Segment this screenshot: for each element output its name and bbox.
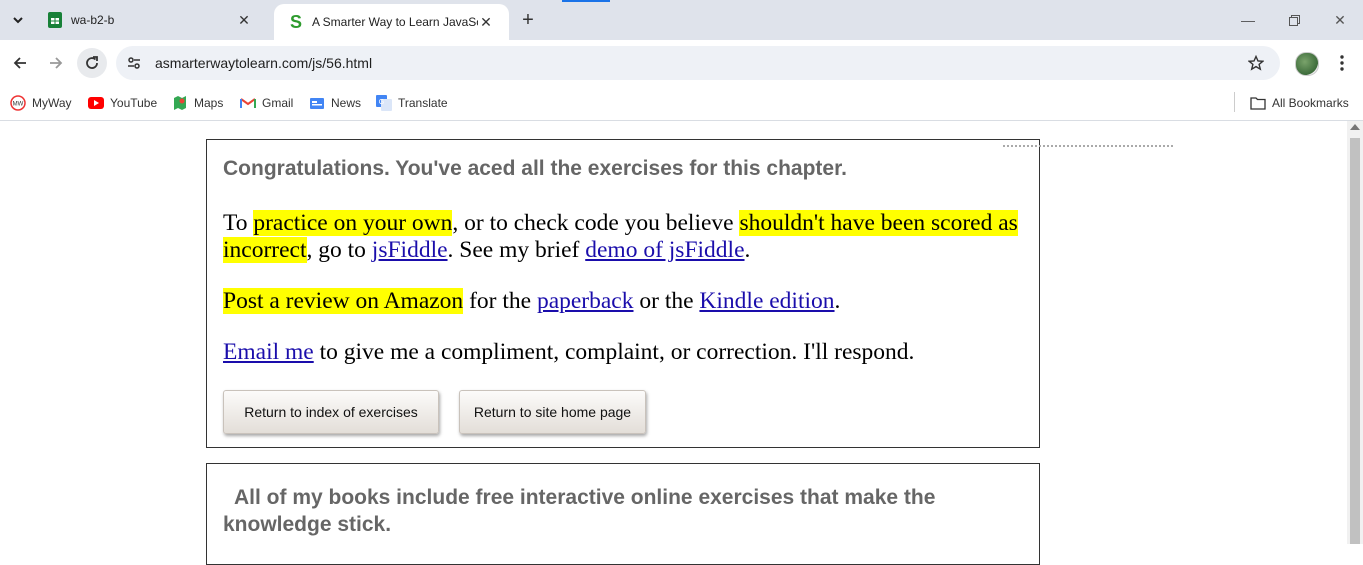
scroll-up-icon[interactable] bbox=[1350, 124, 1360, 130]
tab-title: wa-b2-b bbox=[71, 13, 115, 27]
tab-strip: wa-b2-b ✕ S A Smarter Way to Learn JavaS… bbox=[0, 0, 1363, 40]
myway-icon: MW bbox=[10, 95, 26, 111]
bookmarks-bar: MW MyWay YouTube Maps Gmail News G Trans… bbox=[0, 86, 1363, 121]
url-text: asmarterwaytolearn.com/js/56.html bbox=[155, 55, 373, 71]
kindle-link[interactable]: Kindle edition bbox=[699, 288, 834, 314]
highlight-text: Post a review on Amazon bbox=[223, 288, 464, 314]
back-arrow-icon bbox=[13, 57, 26, 69]
review-paragraph: Post a review on Amazon for the paperbac… bbox=[223, 288, 1023, 315]
text: for the bbox=[463, 288, 537, 314]
page-title: Congratulations. You've aced all the exe… bbox=[223, 157, 847, 180]
tab-smarter-way[interactable]: S A Smarter Way to Learn JavaScript ✕ bbox=[274, 4, 509, 40]
demo-jsfiddle-link[interactable]: demo of jsFiddle bbox=[585, 237, 744, 263]
back-button[interactable] bbox=[5, 48, 35, 78]
chevron-down-icon bbox=[13, 17, 23, 24]
gmail-icon bbox=[240, 95, 256, 111]
bookmark-label: MyWay bbox=[32, 96, 72, 110]
paperback-link[interactable]: paperback bbox=[537, 288, 634, 314]
address-bar[interactable]: asmarterwaytolearn.com/js/56.html bbox=[116, 46, 1280, 80]
text: . bbox=[744, 237, 751, 263]
bookmark-maps[interactable]: Maps bbox=[172, 93, 223, 113]
scrollbar[interactable] bbox=[1347, 121, 1363, 544]
s-logo-icon: S bbox=[289, 11, 302, 32]
return-index-button[interactable]: Return to index of exercises bbox=[223, 390, 439, 434]
site-settings-icon[interactable] bbox=[124, 53, 144, 73]
new-tab-button[interactable]: + bbox=[516, 8, 540, 32]
page-content: Congratulations. You've aced all the exe… bbox=[0, 121, 1347, 565]
text: . See my brief bbox=[447, 237, 586, 263]
profile-avatar[interactable] bbox=[1295, 52, 1319, 76]
tab-title: A Smarter Way to Learn JavaScript bbox=[312, 15, 478, 29]
folder-icon bbox=[1250, 95, 1266, 111]
bookmarks-divider bbox=[1234, 92, 1235, 112]
bookmark-label: Maps bbox=[194, 96, 224, 110]
bookmark-youtube[interactable]: YouTube bbox=[88, 93, 157, 113]
youtube-icon bbox=[88, 95, 104, 111]
sheets-icon bbox=[47, 12, 63, 28]
text: . bbox=[834, 288, 841, 314]
books-heading: All of my books include free interactive… bbox=[223, 486, 936, 536]
text: to give me a compliment, complaint, or c… bbox=[313, 339, 915, 365]
congrats-box: Congratulations. You've aced all the exe… bbox=[206, 139, 1040, 448]
all-bookmarks-label: All Bookmarks bbox=[1272, 96, 1349, 110]
text: To bbox=[223, 210, 254, 236]
reload-button[interactable] bbox=[77, 48, 107, 78]
scroll-thumb[interactable] bbox=[1350, 138, 1360, 544]
bookmark-label: Gmail bbox=[262, 96, 294, 110]
highlight-text: practice on your own bbox=[253, 210, 453, 236]
window-close-icon[interactable]: ✕ bbox=[1317, 0, 1363, 40]
bookmark-label: Translate bbox=[398, 96, 448, 110]
translate-icon: G bbox=[376, 95, 392, 111]
svg-text:MW: MW bbox=[13, 102, 24, 108]
reload-icon bbox=[86, 56, 98, 69]
forward-arrow-icon bbox=[50, 57, 63, 69]
bookmark-label: YouTube bbox=[110, 96, 158, 110]
close-icon[interactable]: ✕ bbox=[236, 12, 252, 28]
text: or the bbox=[633, 288, 700, 314]
bookmark-myway[interactable]: MW MyWay bbox=[10, 93, 72, 113]
toolbar: asmarterwaytolearn.com/js/56.html bbox=[0, 40, 1363, 86]
forward-button[interactable] bbox=[41, 48, 71, 78]
minimize-icon[interactable]: — bbox=[1225, 0, 1271, 40]
tab-indicator bbox=[562, 0, 610, 2]
books-box: All of my books include free interactive… bbox=[206, 463, 1040, 565]
menu-kebab-icon[interactable] bbox=[1332, 52, 1352, 74]
dotted-divider bbox=[1003, 145, 1173, 149]
all-bookmarks[interactable]: All Bookmarks bbox=[1250, 93, 1349, 113]
restore-icon[interactable] bbox=[1271, 0, 1317, 40]
text: , or to check code you believe bbox=[452, 210, 740, 236]
news-icon bbox=[309, 95, 325, 111]
practice-paragraph: To practice on your own, or to check cod… bbox=[223, 210, 1023, 264]
svg-text:G: G bbox=[379, 99, 384, 106]
close-icon[interactable]: ✕ bbox=[478, 14, 494, 30]
jsfiddle-link[interactable]: jsFiddle bbox=[372, 237, 448, 263]
tab-wa-b2-b[interactable]: wa-b2-b ✕ bbox=[33, 0, 269, 40]
email-link[interactable]: Email me bbox=[223, 339, 314, 365]
return-home-button[interactable]: Return to site home page bbox=[459, 390, 646, 434]
bookmark-label: News bbox=[331, 96, 362, 110]
email-paragraph: Email me to give me a compliment, compla… bbox=[223, 339, 1023, 366]
bookmark-star-icon[interactable] bbox=[1246, 53, 1266, 73]
bookmark-translate[interactable]: G Translate bbox=[376, 93, 448, 113]
bookmark-news[interactable]: News bbox=[309, 93, 361, 113]
maps-icon bbox=[172, 95, 188, 111]
bookmark-gmail[interactable]: Gmail bbox=[240, 93, 293, 113]
tab-search-button[interactable] bbox=[5, 7, 31, 33]
text: , go to bbox=[306, 237, 372, 263]
